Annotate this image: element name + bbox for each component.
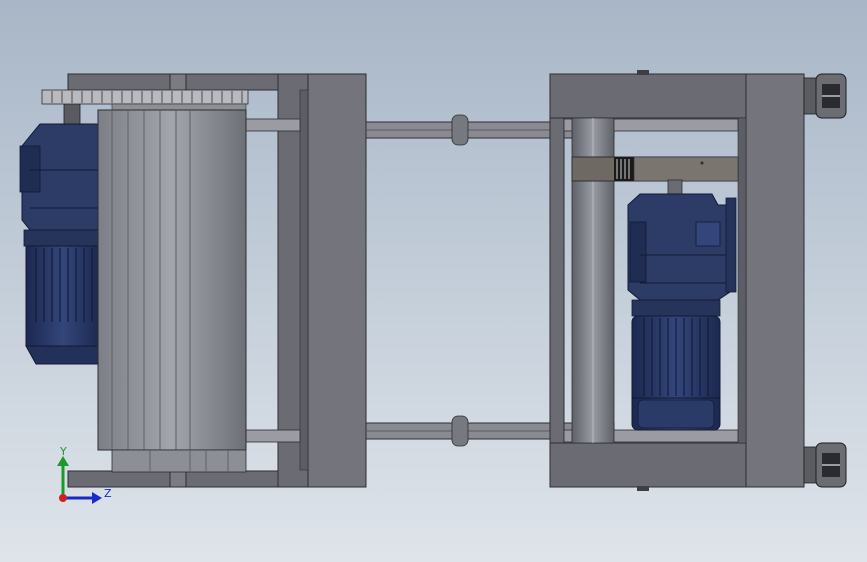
assembly-drawing: Y Z bbox=[19, 70, 847, 504]
cad-viewport[interactable]: Y Z bbox=[0, 0, 867, 562]
left-drum bbox=[97, 103, 247, 473]
right-gear-arm bbox=[571, 156, 739, 182]
right-caster-top bbox=[803, 73, 847, 119]
x-axis-dot bbox=[59, 494, 67, 502]
y-axis-label: Y bbox=[59, 445, 67, 458]
left-gear-motor bbox=[19, 103, 101, 365]
left-chain bbox=[41, 89, 249, 105]
z-axis-label: Z bbox=[104, 487, 112, 500]
right-caster-bottom bbox=[803, 442, 847, 488]
right-gear-motor bbox=[627, 179, 737, 431]
